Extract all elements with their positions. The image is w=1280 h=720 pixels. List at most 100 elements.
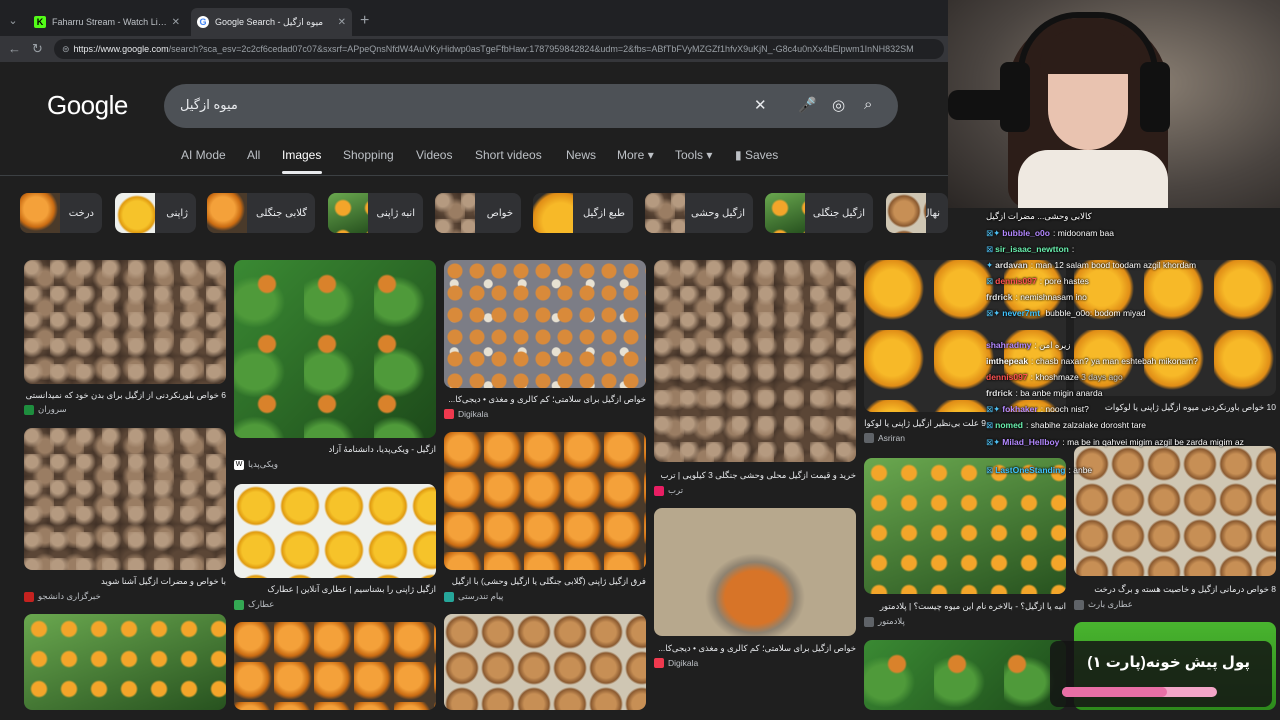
camera-lens-icon[interactable]: ◎ <box>832 96 845 114</box>
clear-icon[interactable]: ✕ <box>754 96 767 114</box>
image-result[interactable] <box>234 260 436 438</box>
result-source[interactable]: پیام تندرستی <box>444 591 503 602</box>
tab-news[interactable]: News <box>566 148 596 162</box>
tab-ai-mode[interactable]: AI Mode <box>181 148 226 162</box>
tab-more[interactable]: More ▾ <box>617 148 654 162</box>
image-result[interactable] <box>234 484 436 578</box>
result-source[interactable]: پلادمتور <box>864 616 905 627</box>
tab-all[interactable]: All <box>247 148 260 162</box>
chat-username: dennis097 <box>995 276 1037 286</box>
browser-tab-kick[interactable]: K Faharru Stream - Watch Live on Ki ✕ <box>28 8 186 36</box>
close-icon[interactable]: ✕ <box>338 17 346 28</box>
result-source[interactable]: Asriran <box>864 433 905 443</box>
chevron-down-icon: ▾ <box>706 148 713 162</box>
chat-text: nooch nist? <box>1045 404 1089 414</box>
browser-tab-google[interactable]: G Google Search - میوه ازگیل ✕ <box>191 8 352 36</box>
result-caption[interactable]: ازگیل ژاپنی را بشناسیم | عطاری آنلاین | … <box>234 584 436 595</box>
address-bar: ← ↻ ⊜ https://www.google.com/search?sca_e… <box>0 36 948 62</box>
result-source[interactable]: عطاری بارث <box>1074 599 1133 610</box>
tab-videos[interactable]: Videos <box>416 148 452 162</box>
tools-button[interactable]: Tools ▾ <box>675 148 712 162</box>
search-icon[interactable]: ⌕ <box>864 96 872 113</box>
result-caption[interactable]: ازگیل - ویکی‌پدیا، دانشنامهٔ آزاد <box>234 444 436 455</box>
chip-related-search[interactable]: گلابی جنگلی <box>207 193 315 233</box>
bookmark-icon: ▮ <box>735 148 742 162</box>
badge-icon: ⊠✦ <box>986 437 1001 447</box>
chip-related-search[interactable]: خواص <box>435 193 521 233</box>
chip-label: گلابی جنگلی <box>256 207 307 219</box>
result-caption[interactable]: فرق ازگیل ژاپنی (گلابی جنگلی یا ازگیل وح… <box>444 576 646 587</box>
chat-text: ba anbe migin anarda <box>1020 388 1103 398</box>
chip-related-search[interactable]: درخت <box>20 193 102 233</box>
chip-related-search[interactable]: انبه ژاپنی <box>328 193 423 233</box>
image-result[interactable] <box>24 614 226 710</box>
result-caption[interactable]: خواص ازگیل برای سلامتی؛ کم کالری و مغذی … <box>444 394 646 405</box>
result-source[interactable]: خبرگزاری دانشجو <box>24 591 101 602</box>
result-source[interactable]: ترب <box>654 485 683 496</box>
tab-short-videos[interactable]: Short videos <box>475 148 542 162</box>
result-source[interactable]: سروران <box>24 404 67 415</box>
search-input[interactable]: میوه ازگیل <box>180 97 238 113</box>
chip-thumbnail <box>533 193 573 233</box>
chip-related-search[interactable]: طبع ازگیل <box>533 193 633 233</box>
webcam-overlay <box>948 0 1280 208</box>
image-result[interactable] <box>444 614 646 710</box>
result-caption[interactable]: 8 خواص درمانی ازگیل و خاصیت هسته و برگ د… <box>1074 584 1276 595</box>
image-result[interactable] <box>234 622 436 710</box>
result-source[interactable]: W ویکی‌پدیا <box>234 459 278 470</box>
goal-title: پول پیش خونه(پارت ۱) <box>1087 654 1250 671</box>
image-result[interactable] <box>654 260 856 462</box>
chat-text: bubble_o0o: bodom miyad <box>1045 308 1146 318</box>
chat-message: ⊠ dennis097: pore hastes <box>986 276 1089 286</box>
back-arrow-icon[interactable]: ← <box>8 41 21 56</box>
chat-username: fokhaker <box>1002 404 1038 414</box>
result-caption[interactable]: 6 خواص بلورنکردنی از ازگیل برای بدن خود … <box>24 390 226 401</box>
image-result[interactable] <box>24 260 226 384</box>
chip-related-search[interactable]: ازگیل جنگلی <box>765 193 873 233</box>
image-result[interactable] <box>24 428 226 570</box>
chat-text: کالابی وحشی... مضرات ازگیل <box>986 211 1092 221</box>
site-favicon-icon <box>24 591 34 602</box>
site-favicon-icon <box>864 433 874 443</box>
kick-icon: K <box>34 16 46 28</box>
google-logo[interactable]: Google <box>47 90 128 121</box>
result-caption[interactable]: انبه یا ازگیل؟ - بالاخره نام این میوه چی… <box>864 601 1066 612</box>
browser-tabbar: ⌄ K Faharru Stream - Watch Live on Ki ✕ … <box>0 0 948 40</box>
chip-related-search[interactable]: نهال ازگیل <box>886 193 948 233</box>
chip-related-search[interactable]: ژاپنی <box>115 193 196 233</box>
result-source[interactable]: عطارک <box>234 599 274 610</box>
result-caption[interactable]: خرید و قیمت ازگیل محلی وحشی جنگلی 3 کیلو… <box>654 470 856 481</box>
image-result[interactable] <box>654 508 856 636</box>
source-label: Digikala <box>458 409 489 419</box>
chat-message: shahradmy: زیره امن <box>986 340 1071 350</box>
tab-search-icon[interactable]: ⌄ <box>4 12 22 30</box>
tab-shopping[interactable]: Shopping <box>343 148 394 162</box>
image-result[interactable] <box>444 432 646 570</box>
image-result[interactable] <box>444 260 646 388</box>
active-tab-indicator <box>282 171 322 174</box>
result-caption[interactable]: 9 علت بی‌نظیر ازگیل ژاپنی یا لوکوات <box>864 418 986 429</box>
torob-icon <box>654 485 664 496</box>
result-source[interactable]: Digikala <box>654 658 698 668</box>
result-caption[interactable]: خواص ازگیل برای سلامتی؛ کم کالری و مغذی … <box>654 643 856 654</box>
reload-icon[interactable]: ↻ <box>32 41 43 57</box>
tab-more-label: More <box>617 148 645 162</box>
badge-icon: ⊠✦ <box>986 404 1001 414</box>
chat-message: frdrick: nemishnasam ino <box>986 292 1087 302</box>
close-icon[interactable]: ✕ <box>172 17 180 28</box>
badge-icon: ⊠ <box>986 420 994 430</box>
new-tab-icon[interactable]: + <box>360 12 369 30</box>
url-input[interactable]: ⊜ https://www.google.com/search?sca_esv=2… <box>54 39 944 59</box>
search-box[interactable]: میوه ازگیل ✕ 🎤 ◎ ⌕ <box>164 84 898 128</box>
microphone-icon[interactable]: 🎤 <box>798 96 817 114</box>
tab-images[interactable]: Images <box>282 148 321 162</box>
image-result[interactable] <box>864 640 1066 710</box>
site-favicon-icon <box>234 599 244 610</box>
result-caption[interactable]: با خواص و مضرات ازگیل آشنا شوید <box>24 576 226 587</box>
source-label: Digikala <box>668 658 699 668</box>
chat-username: LastOneStanding <box>995 465 1066 475</box>
chat-username: shahradmy <box>986 340 1032 350</box>
saves-button[interactable]: ▮ Saves <box>735 148 778 162</box>
chip-related-search[interactable]: ازگیل وحشی <box>645 193 753 233</box>
result-source[interactable]: Digikala <box>444 409 488 419</box>
